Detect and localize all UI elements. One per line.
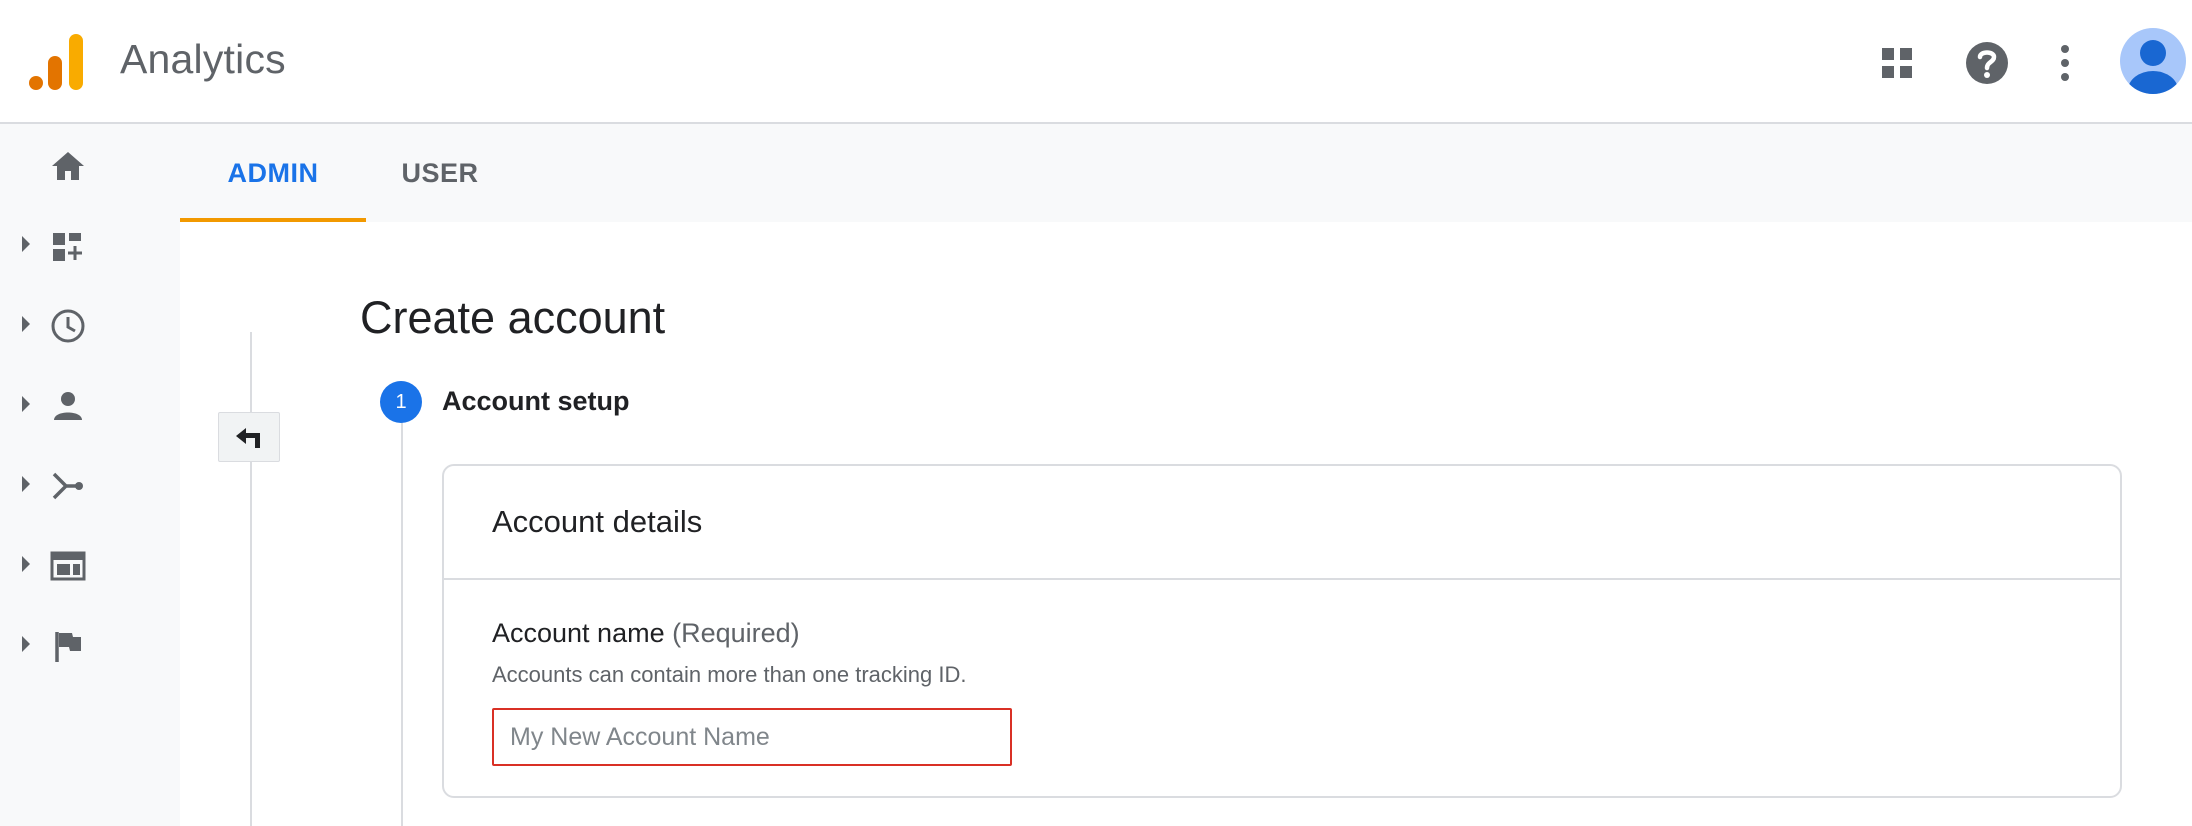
admin-user-tabs: ADMIN USER (180, 124, 2192, 222)
expand-caret-icon (22, 236, 30, 252)
expand-caret-icon (22, 396, 30, 412)
analytics-logo-icon[interactable] (28, 32, 86, 92)
apps-grid-icon[interactable] (1872, 38, 1922, 88)
tab-user[interactable]: USER (366, 124, 514, 222)
realtime-clock-icon (51, 309, 85, 343)
back-rail-line (250, 332, 252, 826)
tab-user-label: USER (401, 158, 479, 188)
stepper-line (401, 422, 403, 826)
page-title: Create account (360, 292, 666, 343)
back-arrow-icon (236, 428, 260, 448)
conversions-flag-icon (55, 632, 81, 662)
required-indicator: (Required) (672, 618, 800, 648)
home-icon (52, 152, 84, 180)
account-name-label: Account name (Required) (492, 618, 800, 649)
tab-admin-label: ADMIN (227, 158, 319, 188)
tab-admin[interactable]: ADMIN (180, 124, 366, 222)
more-vert-icon[interactable] (2040, 38, 2090, 88)
account-details-card: Account details Account name (Required) … (442, 464, 2122, 798)
nav-home[interactable] (0, 130, 180, 200)
back-button[interactable] (218, 412, 280, 462)
app-title: Analytics (120, 36, 286, 82)
card-header: Account details (444, 466, 2120, 580)
expand-caret-icon (22, 636, 30, 652)
nav-realtime[interactable] (0, 290, 180, 360)
step-number-badge: 1 (380, 381, 422, 423)
acquisition-icon (52, 472, 83, 500)
nav-audience[interactable] (0, 370, 180, 440)
help-icon[interactable] (1962, 38, 2012, 88)
audience-person-icon (54, 392, 82, 420)
expand-caret-icon (22, 476, 30, 492)
nav-conversions[interactable] (0, 610, 180, 680)
nav-acquisition[interactable] (0, 450, 180, 520)
account-name-input[interactable] (492, 708, 1012, 766)
customization-icon (53, 233, 82, 261)
field-label-text: Account name (492, 618, 665, 648)
field-help-text: Accounts can contain more than one track… (492, 662, 967, 687)
top-app-bar: Analytics (0, 0, 2192, 124)
nav-customization[interactable] (0, 210, 180, 280)
card-title: Account details (492, 504, 703, 539)
expand-caret-icon (22, 316, 30, 332)
behavior-icon (50, 551, 86, 581)
expand-caret-icon (22, 556, 30, 572)
account-avatar-icon[interactable] (2120, 28, 2186, 94)
nav-behavior[interactable] (0, 530, 180, 600)
step-title[interactable]: Account setup (442, 386, 630, 417)
